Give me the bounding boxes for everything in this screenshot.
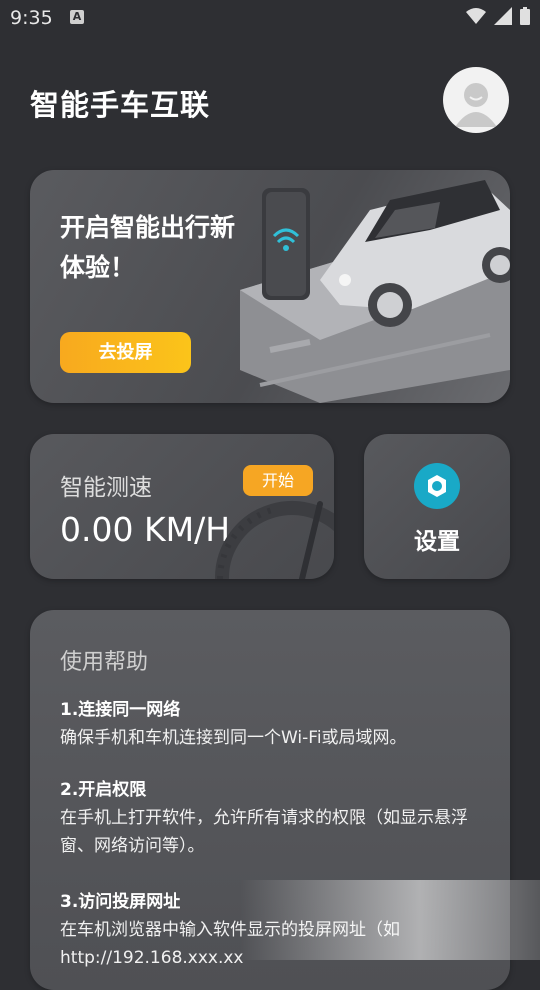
status-time: 9:35 [10, 7, 53, 29]
help-item-text: 确保手机和车机连接到同一个Wi-Fi或局域网。 [60, 728, 407, 748]
help-item-heading: 2.开启权限 [60, 780, 147, 800]
help-item-text: 在手机上打开软件，允许所有请求的权限（如显示悬浮窗、网络访问等）。 [60, 808, 468, 856]
help-title: 使用帮助 [60, 650, 149, 675]
avatar[interactable] [443, 67, 509, 133]
battery-icon [520, 7, 530, 25]
notification-icon: A [70, 10, 84, 24]
speedometer-icon [214, 501, 334, 579]
page-title: 智能手车互联 [30, 88, 211, 122]
help-item: 1.连接同一网络 确保手机和车机连接到同一个Wi-Fi或局域网。 [60, 696, 490, 752]
settings-icon [414, 463, 460, 509]
help-item: 2.开启权限 在手机上打开软件，允许所有请求的权限（如显示悬浮窗、网络访问等）。 [60, 776, 490, 860]
help-item-heading: 3.访问投屏网址 [60, 892, 181, 912]
settings-label: 设置 [414, 529, 460, 555]
cast-button[interactable]: 去投屏 [60, 332, 191, 373]
help-item-text: 在车机浏览器中输入软件显示的投屏网址（如http://192.168.xxx.x… [60, 920, 400, 968]
cast-banner: 开启智能出行新体验！ 去投屏 [30, 170, 510, 403]
settings-card[interactable]: 设置 [364, 434, 510, 579]
car-phone-illustration [240, 180, 510, 403]
help-card: 使用帮助 1.连接同一网络 确保手机和车机连接到同一个Wi-Fi或局域网。 2.… [30, 610, 510, 990]
speed-test-card[interactable]: 智能测速 开始 0.00 KM/H [30, 434, 334, 579]
wifi-icon [466, 8, 486, 24]
status-bar: 9:35 A [0, 0, 540, 36]
user-icon [455, 83, 497, 127]
signal-icon [494, 7, 512, 25]
speed-value: 0.00 KM/H [60, 510, 231, 549]
help-item: 3.访问投屏网址 在车机浏览器中输入软件显示的投屏网址（如http://192.… [60, 888, 490, 972]
help-item-heading: 1.连接同一网络 [60, 700, 181, 720]
speed-test-label: 智能测速 [60, 475, 152, 501]
